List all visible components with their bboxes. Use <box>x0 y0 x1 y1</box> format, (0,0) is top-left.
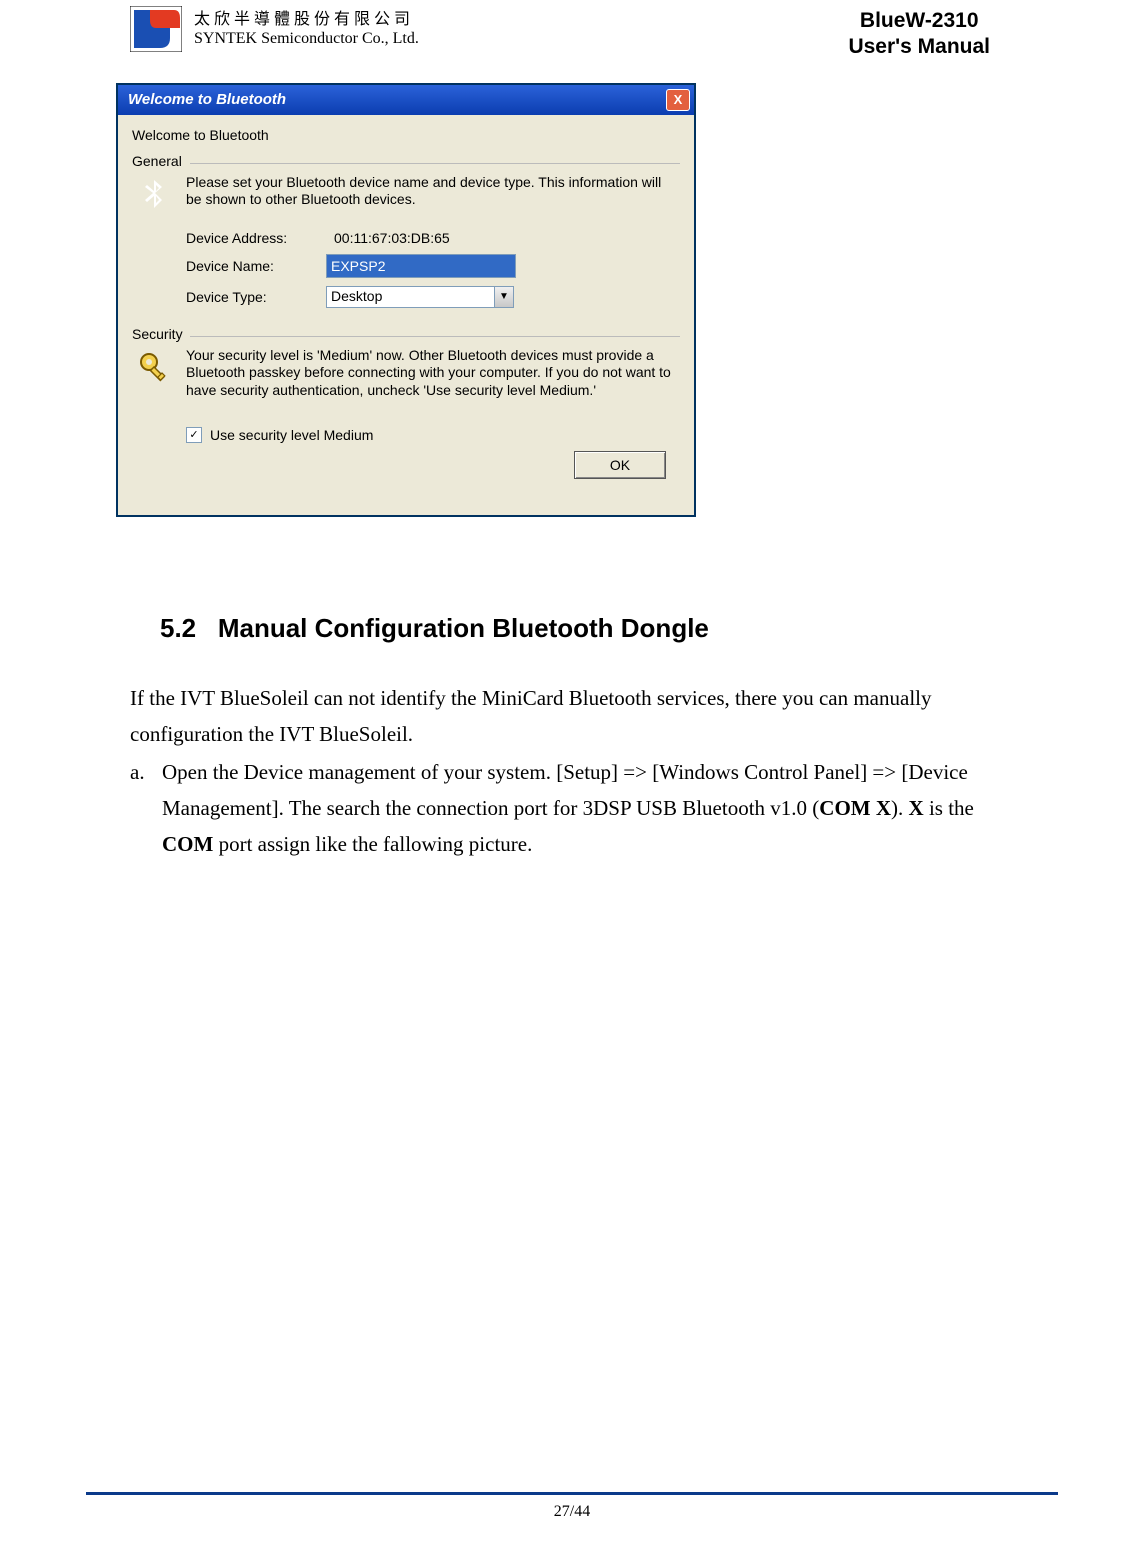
item-a-text-mid: ). <box>891 796 909 820</box>
ok-button-label: OK <box>610 457 630 473</box>
dialog-body: Welcome to Bluetooth General Please set … <box>118 115 694 516</box>
device-type-label: Device Type: <box>186 289 326 305</box>
device-address-label: Device Address: <box>186 230 326 246</box>
group-general-label: General <box>132 153 188 169</box>
product-name: BlueW-2310 <box>848 8 990 34</box>
device-type-value: Desktop <box>327 287 494 307</box>
device-name-input[interactable] <box>326 254 516 278</box>
device-address-value: 00:11:67:03:DB:65 <box>326 230 450 246</box>
item-a-bold-comx: COM X <box>819 796 891 820</box>
group-security-label: Security <box>132 326 189 342</box>
device-name-label: Device Name: <box>186 258 326 274</box>
security-checkbox-label: Use security level Medium <box>210 427 373 443</box>
chevron-down-icon: ▼ <box>494 287 513 307</box>
section-heading: 5.2 Manual Configuration Bluetooth Dongl… <box>160 613 1014 644</box>
section-paragraph: If the IVT BlueSoleil can not identify t… <box>130 680 1014 752</box>
header-right: BlueW-2310 User's Manual <box>848 6 1014 61</box>
item-a-bold-com: COM <box>162 832 213 856</box>
key-icon <box>136 349 172 385</box>
welcome-bluetooth-dialog: Welcome to Bluetooth X Welcome to Blueto… <box>116 83 696 518</box>
device-type-select[interactable]: Desktop ▼ <box>326 286 514 308</box>
section-body: If the IVT BlueSoleil can not identify t… <box>130 680 1014 863</box>
general-description: Please set your Bluetooth device name an… <box>186 174 676 209</box>
dialog-heading: Welcome to Bluetooth <box>132 127 680 143</box>
page-number: 27/44 <box>0 1503 1144 1521</box>
item-a-text-post: port assign like the fallowing picture. <box>213 832 532 856</box>
security-description: Your security level is 'Medium' now. Oth… <box>186 347 676 400</box>
dialog-title: Welcome to Bluetooth <box>128 91 286 108</box>
item-a-bold-x: X <box>909 796 924 820</box>
list-body-a: Open the Device management of your syste… <box>162 754 1014 862</box>
dialog-titlebar: Welcome to Bluetooth X <box>118 85 694 115</box>
general-fields: Device Address: 00:11:67:03:DB:65 Device… <box>186 230 680 308</box>
close-icon: X <box>674 92 683 107</box>
group-general: General Please set your Bluetooth device… <box>132 153 680 308</box>
company-name-en: SYNTEK Semiconductor Co., Ltd. <box>194 29 419 48</box>
list-marker-a: a. <box>130 754 162 862</box>
group-security: Security Your security level is 'Medium'… <box>132 326 680 444</box>
item-a-text-mid2: is the <box>924 796 974 820</box>
doc-title: User's Manual <box>848 34 990 60</box>
security-checkbox[interactable]: ✓ <box>186 427 202 443</box>
checkmark-icon: ✓ <box>189 430 198 441</box>
page-header: 太 欣 半 導 體 股 份 有 限 公 司 SYNTEK Semiconduct… <box>130 0 1014 61</box>
header-left: 太 欣 半 導 體 股 份 有 限 公 司 SYNTEK Semiconduct… <box>130 6 419 52</box>
bluetooth-icon <box>136 176 172 212</box>
ok-button[interactable]: OK <box>574 451 666 479</box>
company-name-block: 太 欣 半 導 體 股 份 有 限 公 司 SYNTEK Semiconduct… <box>194 10 419 48</box>
section-number: 5.2 <box>160 613 196 643</box>
company-logo-icon <box>130 6 182 52</box>
section-title-text: Manual Configuration Bluetooth Dongle <box>218 613 709 643</box>
footer-rule <box>86 1492 1058 1495</box>
list-item-a: a. Open the Device management of your sy… <box>130 754 1014 862</box>
security-checkbox-row[interactable]: ✓ Use security level Medium <box>186 427 680 443</box>
close-button[interactable]: X <box>666 89 690 111</box>
company-name-cn: 太 欣 半 導 體 股 份 有 限 公 司 <box>194 10 419 29</box>
